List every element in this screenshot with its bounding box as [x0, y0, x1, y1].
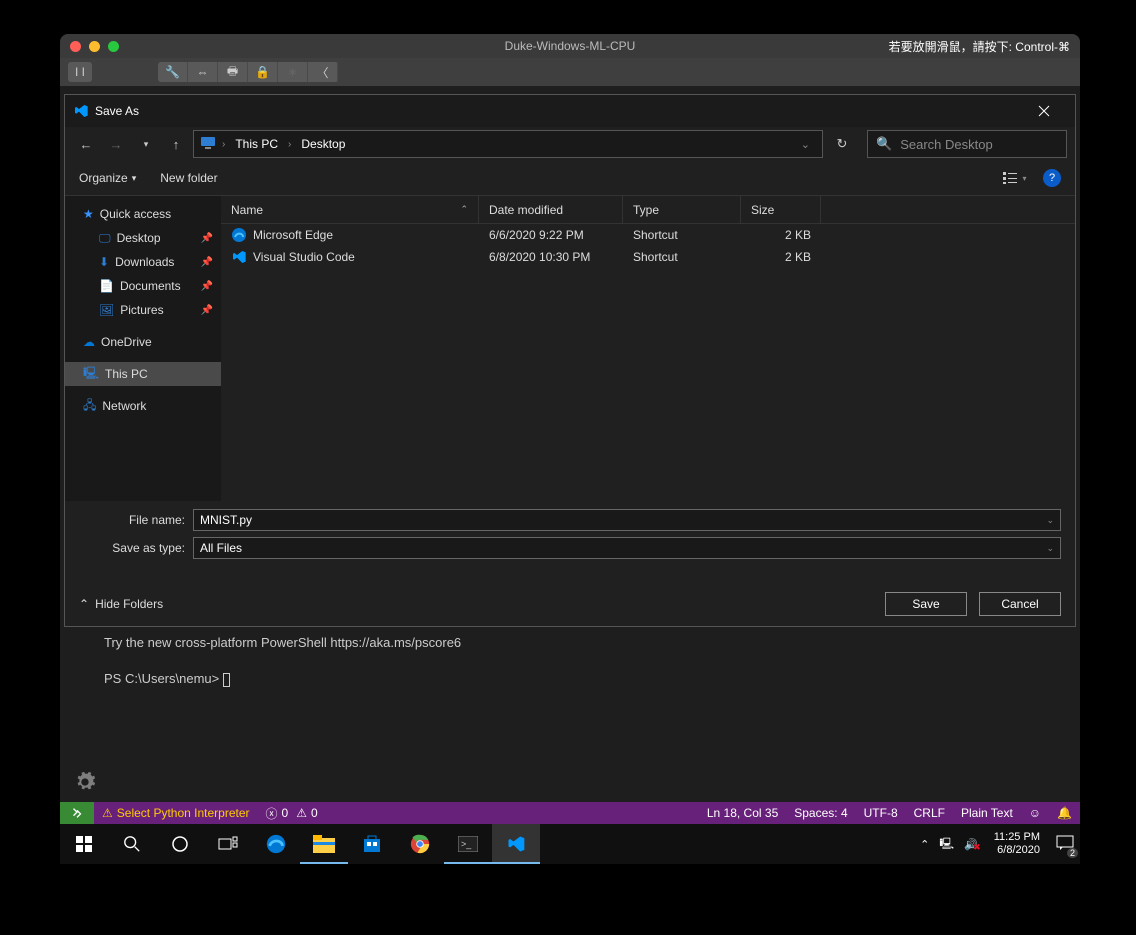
tree-onedrive[interactable]: ☁OneDrive: [65, 330, 221, 354]
notifications-icon[interactable]: 🔔: [1049, 806, 1080, 820]
settings-gear-icon[interactable]: [74, 771, 96, 796]
nav-back-button[interactable]: ←: [73, 131, 99, 157]
encoding-indicator[interactable]: UTF-8: [856, 806, 906, 820]
chevron-right-icon: ›: [222, 139, 225, 150]
python-interpreter-warning[interactable]: ⚠ Select Python Interpreter: [94, 806, 258, 820]
tree-documents[interactable]: 📄Documents📌: [65, 274, 221, 298]
start-button[interactable]: [60, 824, 108, 864]
taskbar-edge-icon[interactable]: [252, 824, 300, 864]
breadcrumb-desktop[interactable]: Desktop: [297, 135, 349, 153]
vm-toolbar: I I 🔧 ⇔ 🖶 🔒 ∗ 〈: [60, 58, 1080, 86]
task-view-icon[interactable]: [204, 824, 252, 864]
indent-indicator[interactable]: Spaces: 4: [786, 806, 855, 820]
feedback-icon[interactable]: ☺: [1021, 806, 1049, 820]
nav-up-button[interactable]: ↑: [163, 131, 189, 157]
pc-icon: [200, 136, 216, 153]
warning-icon: ⚠: [102, 806, 113, 820]
col-type[interactable]: Type: [623, 196, 741, 223]
vm-tool-print-icon[interactable]: 🖶: [218, 62, 248, 82]
tree-downloads[interactable]: ⬇Downloads📌: [65, 250, 221, 274]
tree-network[interactable]: 🖧Network: [65, 394, 221, 418]
vm-tool-config-icon[interactable]: 🔧: [158, 62, 188, 82]
chevron-up-icon: ⌃: [79, 597, 89, 611]
file-list: Name⌃ Date modified Type Size Microsoft …: [221, 196, 1075, 501]
search-box[interactable]: 🔍 Search Desktop: [867, 130, 1067, 158]
mac-titlebar: Duke-Windows-ML-CPU 若要放開滑鼠，請按下: Control-…: [60, 34, 1080, 58]
vscode-icon: [73, 103, 95, 119]
error-icon: ⓧ: [266, 805, 278, 822]
close-dialog-button[interactable]: [1027, 96, 1067, 126]
file-row[interactable]: Microsoft Edge 6/6/2020 9:22 PM Shortcut…: [221, 224, 1075, 246]
cancel-button[interactable]: Cancel: [979, 592, 1061, 616]
nav-tree: ★Quick access 🖵Desktop📌 ⬇Downloads📌 📄Doc…: [65, 196, 221, 501]
cortana-icon[interactable]: [156, 824, 204, 864]
terminal-output[interactable]: Try the new cross-platform PowerShell ht…: [104, 632, 1074, 690]
taskbar-chrome-icon[interactable]: [396, 824, 444, 864]
remote-indicator[interactable]: [60, 802, 94, 824]
nav-recent-button[interactable]: ▾: [133, 131, 159, 157]
new-folder-button[interactable]: New folder: [160, 171, 217, 185]
save-as-dialog: Save As ← → ▾ ↑ › This PC › Desktop ⌄: [64, 94, 1076, 627]
breadcrumb-this-pc[interactable]: This PC: [231, 135, 282, 153]
vm-tool-back-icon[interactable]: 〈: [308, 62, 338, 82]
vm-tool-lock-icon[interactable]: 🔒: [248, 62, 278, 82]
tray-network-icon[interactable]: 🖳: [939, 835, 954, 854]
chevron-right-icon: ›: [288, 139, 291, 150]
filename-input[interactable]: ⌄: [193, 509, 1061, 531]
language-mode[interactable]: Plain Text: [953, 806, 1021, 820]
taskbar-search-icon[interactable]: [108, 824, 156, 864]
eol-indicator[interactable]: CRLF: [906, 806, 953, 820]
cursor-position[interactable]: Ln 18, Col 35: [699, 806, 786, 820]
taskbar-cmd-icon[interactable]: >_: [444, 824, 492, 864]
tray-expand-icon[interactable]: ⌃: [920, 838, 929, 851]
taskbar-vscode-icon[interactable]: [492, 824, 540, 864]
windows-taskbar: >_ ⌃ 🖳 🔊✖ 11:25 PM 6/8/2020 2: [60, 824, 1080, 864]
filename-label: File name:: [79, 513, 193, 527]
savetype-select[interactable]: All Files ⌄: [193, 537, 1061, 559]
vscode-status-bar: ⚠ Select Python Interpreter ⓧ0 ⚠0 Ln 18,…: [60, 802, 1080, 824]
vm-tool-fullscreen-icon[interactable]: ⇔: [188, 62, 218, 82]
tree-this-pc[interactable]: 🖳This PC: [65, 362, 221, 386]
edge-shortcut-icon: [231, 227, 247, 243]
tray-volume-icon[interactable]: 🔊✖: [964, 838, 978, 851]
tree-quick-access[interactable]: ★Quick access: [65, 202, 221, 226]
col-date[interactable]: Date modified: [479, 196, 623, 223]
help-button[interactable]: ?: [1043, 169, 1061, 187]
address-dropdown-icon[interactable]: ⌄: [801, 138, 810, 151]
address-bar[interactable]: › This PC › Desktop ⌄: [193, 130, 823, 158]
terminal-cursor: [223, 673, 230, 687]
search-icon: 🔍: [876, 136, 892, 152]
col-size[interactable]: Size: [741, 196, 821, 223]
vm-pause-button[interactable]: I I: [68, 62, 92, 82]
taskbar-store-icon[interactable]: [348, 824, 396, 864]
tree-pictures[interactable]: 🖼Pictures📌: [65, 298, 221, 322]
save-button[interactable]: Save: [885, 592, 967, 616]
vscode-shortcut-icon: [231, 249, 247, 265]
tree-desktop[interactable]: 🖵Desktop📌: [65, 226, 221, 250]
refresh-button[interactable]: ↻: [827, 130, 857, 158]
dialog-title: Save As: [95, 104, 139, 118]
search-placeholder: Search Desktop: [900, 137, 993, 152]
nav-forward-button[interactable]: →: [103, 131, 129, 157]
file-row[interactable]: Visual Studio Code 6/8/2020 10:30 PM Sho…: [221, 246, 1075, 268]
taskbar-explorer-icon[interactable]: [300, 824, 348, 864]
svg-text:>_: >_: [461, 839, 472, 849]
vm-tool-bluetooth-icon[interactable]: ∗: [278, 62, 308, 82]
organize-menu[interactable]: Organize▾: [79, 171, 136, 185]
savetype-label: Save as type:: [79, 541, 193, 555]
col-name[interactable]: Name⌃: [221, 196, 479, 223]
problems-indicator[interactable]: ⓧ0 ⚠0: [258, 805, 326, 822]
view-mode-button[interactable]: ▾: [1001, 167, 1029, 189]
vm-release-hint: 若要放開滑鼠，請按下: Control-⌘: [889, 38, 1070, 55]
action-center-icon[interactable]: 2: [1056, 835, 1074, 854]
warning-triangle-icon: ⚠: [296, 806, 307, 820]
taskbar-clock[interactable]: 11:25 PM 6/8/2020: [988, 831, 1046, 857]
hide-folders-toggle[interactable]: ⌃ Hide Folders: [79, 597, 163, 611]
